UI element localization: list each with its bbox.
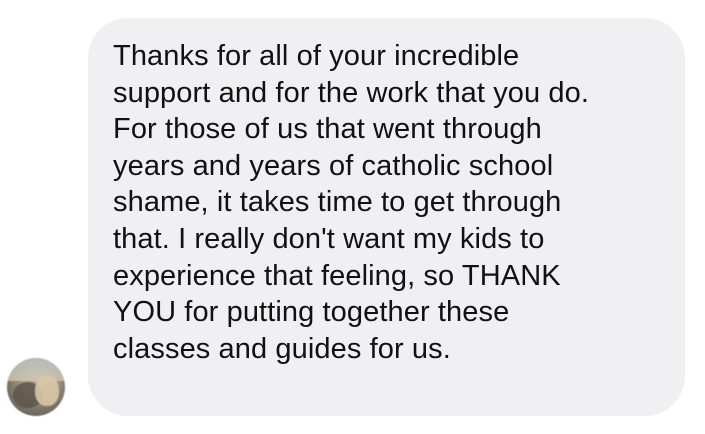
message-line: YOU for putting together these — [113, 296, 510, 329]
message-line: experience that feeling, so THANK — [113, 259, 561, 292]
avatar-photo-sky — [7, 358, 65, 382]
message-text: Thanks for all of your incredible suppor… — [113, 38, 673, 367]
message-bubble[interactable]: Thanks for all of your incredible suppor… — [88, 18, 685, 416]
message-line: years and years of catholic school — [113, 149, 554, 182]
message-line: Thanks for all of your incredible — [113, 40, 520, 72]
sender-avatar[interactable] — [7, 358, 65, 416]
message-line: shame, it takes time to get through — [113, 186, 562, 219]
message-line: support and for the work that you do. — [113, 76, 590, 109]
message-line: classes and guides for us. — [113, 332, 451, 365]
message-line: that. I really don't want my kids to — [113, 222, 545, 255]
avatar-photo-face — [35, 376, 59, 406]
message-line: For those of us that went through — [113, 113, 542, 146]
